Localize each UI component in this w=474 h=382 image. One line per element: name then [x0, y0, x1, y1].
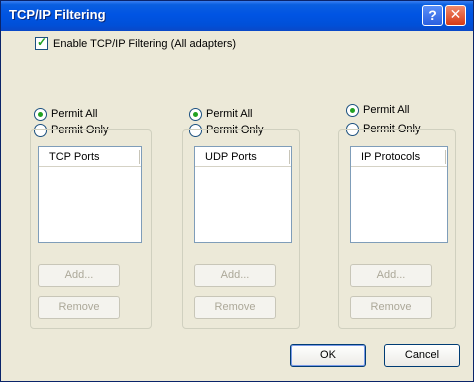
udp-permit-all-radio[interactable] [189, 108, 202, 121]
tcp-remove-button[interactable]: Remove [38, 296, 120, 319]
ip-remove-button[interactable]: Remove [350, 296, 432, 319]
tcp-ports-list[interactable]: TCP Ports [38, 146, 142, 243]
ip-protocols-list[interactable]: IP Protocols [350, 146, 448, 243]
ip-permit-all-radio[interactable] [346, 104, 359, 117]
udp-permit-all-label: Permit All [206, 108, 253, 120]
ip-protocols-header[interactable]: IP Protocols [351, 147, 447, 167]
enable-filtering-checkbox[interactable]: ✓ [35, 35, 48, 50]
checkmark-icon: ✓ [37, 35, 48, 49]
udp-ports-list[interactable]: UDP Ports [194, 146, 292, 243]
ip-add-button[interactable]: Add... [350, 264, 432, 287]
title-bar[interactable]: TCP/IP Filtering ? ✕ [1, 1, 473, 31]
udp-remove-button[interactable]: Remove [194, 296, 276, 319]
cancel-button[interactable]: Cancel [384, 344, 460, 367]
tcp-ports-header[interactable]: TCP Ports [39, 147, 141, 167]
close-button[interactable]: ✕ [445, 5, 466, 26]
ip-permit-all-label: Permit All [363, 104, 410, 116]
enable-filtering-label: Enable TCP/IP Filtering (All adapters) [53, 38, 237, 50]
tcp-permit-all-radio[interactable] [34, 108, 47, 121]
tcp-add-button[interactable]: Add... [38, 264, 120, 287]
ok-button[interactable]: OK [290, 344, 366, 367]
help-button[interactable]: ? [422, 5, 443, 26]
udp-add-button[interactable]: Add... [194, 264, 276, 287]
udp-ports-header[interactable]: UDP Ports [195, 147, 291, 167]
dialog-title: TCP/IP Filtering [9, 7, 106, 22]
tcp-permit-all-label: Permit All [51, 108, 98, 120]
